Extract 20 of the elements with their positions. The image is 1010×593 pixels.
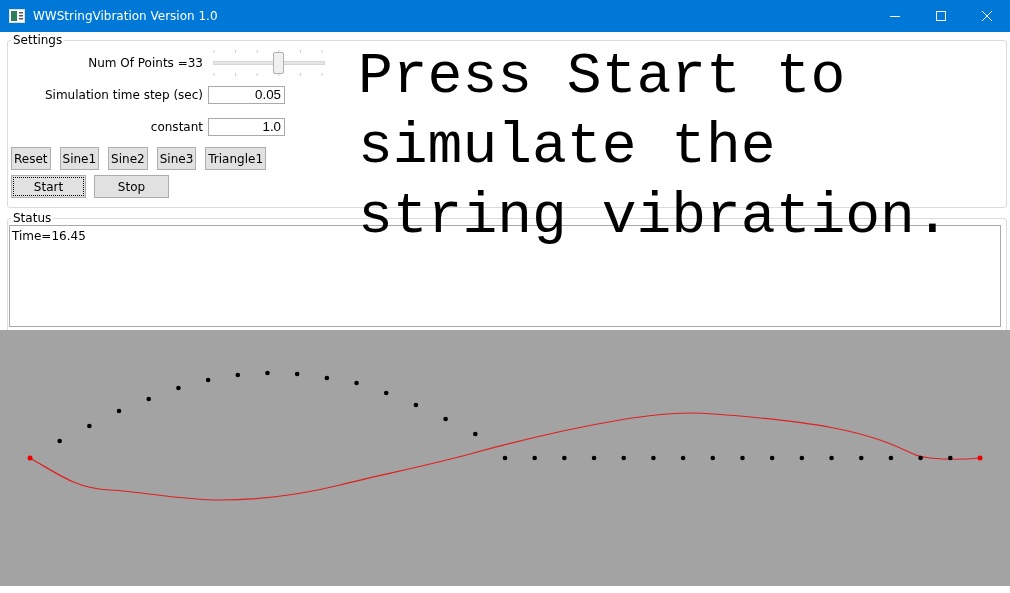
maximize-icon (936, 11, 946, 21)
field-label: constant (149, 120, 203, 134)
stop-button[interactable]: Stop (94, 175, 169, 198)
shape-button[interactable]: Triangle1 (205, 147, 267, 170)
field-label: Simulation time step (sec) (43, 88, 203, 102)
time-step-field[interactable]: 0.05 (208, 86, 285, 104)
group-title: Settings (11, 33, 65, 47)
points-slider[interactable] (213, 50, 325, 76)
constant-field[interactable]: 1.0 (208, 118, 285, 136)
shape-button[interactable]: Reset (11, 147, 51, 170)
app-icon (9, 9, 25, 23)
shape-button[interactable]: Sine2 (108, 147, 148, 170)
shape-button[interactable]: Sine3 (156, 147, 197, 170)
field-label: Num Of Points =33 (87, 56, 203, 70)
close-icon (982, 11, 992, 21)
start-button[interactable]: Start (11, 175, 86, 198)
shape-button[interactable]: Sine1 (59, 147, 100, 170)
window-title: WWStringVibration Version 1.0 (33, 9, 219, 23)
slider-thumb[interactable] (273, 52, 284, 74)
group-title: Status (11, 211, 54, 225)
